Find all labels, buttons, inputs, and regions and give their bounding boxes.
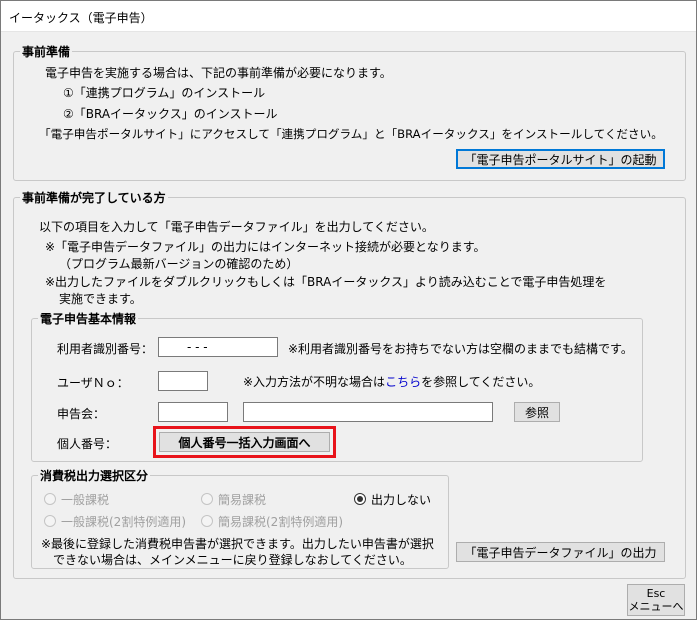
- radio-general-20pct-label: 一般課税(2割特例適用): [61, 515, 186, 529]
- userno-note-post: を参照してください。: [421, 375, 541, 389]
- prep-item-1: ①「連携プログラム」のインストール: [63, 86, 266, 100]
- userid-note: ※利用者識別番号をお持ちでない方は空欄のままでも結構です。: [288, 342, 633, 356]
- radio-general[interactable]: [44, 493, 56, 505]
- ready-note-2a: ※出力したファイルをダブルクリックもしくは「BRAイータックス」より読み込むこと…: [45, 275, 607, 289]
- userno-note: ※入力方法が不明な場合はこちらを参照してください。: [243, 373, 540, 390]
- ready-intro-text: 以下の項目を入力して「電子申告データファイル」を出力してください。: [39, 220, 434, 234]
- ready-note-1b: （プログラム最新バージョンの確認のため）: [59, 257, 299, 271]
- basic-info-legend: 電子申告基本情報: [40, 312, 137, 326]
- title-bar: イータックス（電子申告）: [1, 1, 696, 32]
- esc-menu-label: メニューへ: [628, 600, 684, 613]
- radio-simplified-20pct[interactable]: [201, 515, 213, 527]
- assoc-code-input[interactable]: [158, 402, 228, 422]
- userid-label: 利用者識別番号：: [57, 342, 154, 356]
- portal-launch-button[interactable]: 「電子申告ポータルサイト」の起動: [456, 149, 665, 169]
- userid-input[interactable]: - - -: [158, 337, 278, 357]
- browse-button[interactable]: 参照: [514, 402, 560, 422]
- radio-general-label: 一般課税: [61, 493, 110, 507]
- prep-legend: 事前準備: [22, 45, 71, 59]
- assoc-label: 申告会：: [57, 407, 106, 421]
- radio-simplified-label: 簡易課税: [218, 493, 267, 507]
- assoc-name-input[interactable]: [243, 402, 493, 422]
- esc-menu-button[interactable]: Esc メニューへ: [627, 584, 685, 616]
- help-link[interactable]: こちら: [385, 375, 421, 389]
- prep-intro-text: 電子申告を実施する場合は、下記の事前準備が必要になります。: [45, 66, 392, 80]
- etax-window: イータックス（電子申告） 事前準備 電子申告を実施する場合は、下記の事前準備が必…: [0, 0, 697, 620]
- output-datafile-button[interactable]: 「電子申告データファイル」の出力: [456, 542, 665, 562]
- ready-note-1a: ※「電子申告データファイル」の出力にはインターネット接続が必要となります。: [45, 240, 486, 254]
- tax-note-b: できない場合は、メインメニューに戻り登録しなおしてください。: [53, 553, 412, 567]
- mynumber-label: 個人番号：: [57, 437, 118, 451]
- ready-note-2b: 実施できます。: [59, 292, 142, 306]
- tax-legend: 消費税出力選択区分: [40, 469, 149, 483]
- window-title: イータックス（電子申告）: [9, 11, 153, 25]
- radio-general-20pct[interactable]: [44, 515, 56, 527]
- radio-no-output[interactable]: [354, 493, 366, 505]
- ready-legend: 事前準備が完了している方: [22, 191, 166, 205]
- tax-note-a: ※最後に登録した消費税申告書が選択できます。出力したい申告書が選択: [41, 537, 434, 551]
- radio-simplified[interactable]: [201, 493, 213, 505]
- esc-key-label: Esc: [646, 587, 666, 600]
- radio-no-output-label: 出力しない: [371, 493, 432, 507]
- mynumber-bulk-input-button[interactable]: 個人番号一括入力画面へ: [159, 432, 330, 452]
- userno-input[interactable]: [158, 371, 208, 391]
- prep-item-2: ②「BRAイータックス」のインストール: [63, 107, 278, 121]
- userno-note-pre: ※入力方法が不明な場合は: [243, 375, 386, 389]
- radio-simplified-20pct-label: 簡易課税(2割特例適用): [218, 515, 343, 529]
- prep-instruction-text: 「電子申告ポータルサイト」にアクセスして「連携プログラム」と「BRAイータックス…: [39, 127, 663, 141]
- userno-label: ユーザＮｏ：: [57, 376, 129, 390]
